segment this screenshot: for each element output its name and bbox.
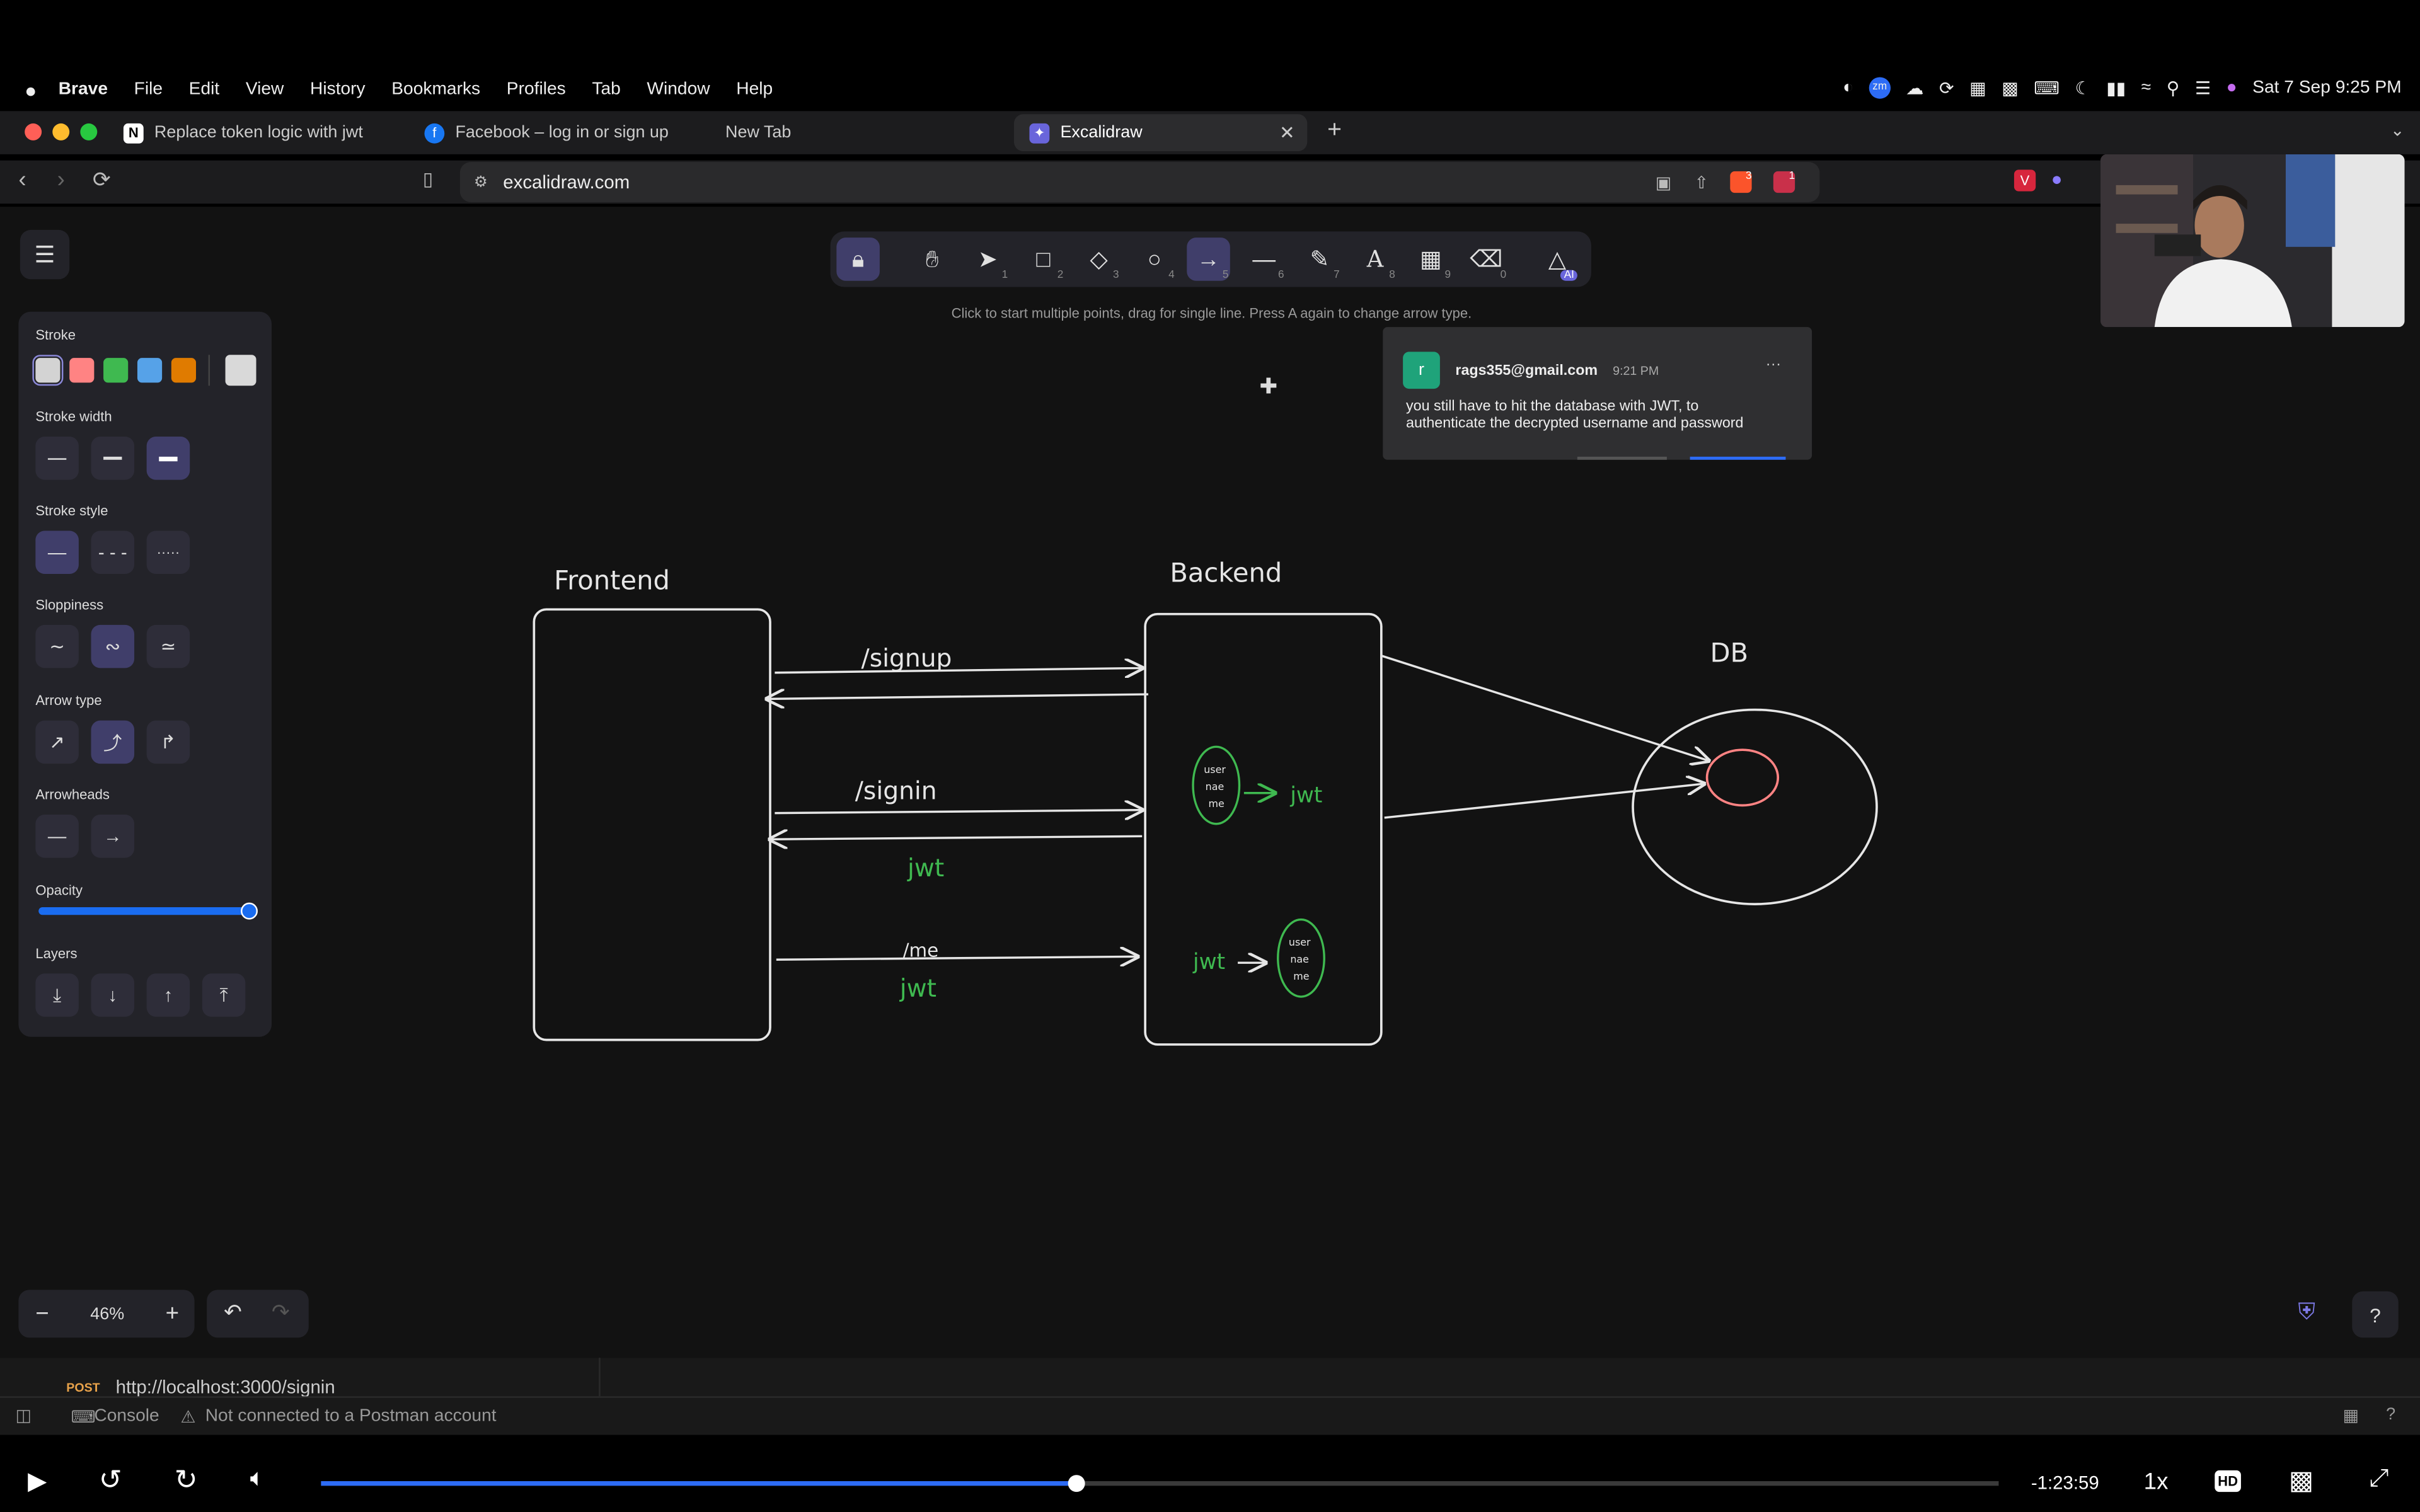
layout-icon[interactable]: ▦	[2343, 1406, 2359, 1425]
me-jwt-label[interactable]: jwt	[899, 975, 936, 1003]
frontend-box[interactable]	[533, 608, 771, 1041]
ellipse-text-user: user	[1204, 764, 1226, 776]
exit-fullscreen-icon[interactable]: ⤢	[2369, 1466, 2388, 1494]
video-controls: ▶ ↺ ↻ 🔈︎ -1:23:59 1x HD ▩ ⤢	[0, 1450, 2420, 1512]
signin-request-arrow[interactable]	[775, 810, 1142, 813]
ellipse-text-name: nae	[1290, 953, 1309, 965]
postman-panel: POST http://localhost:3000/signin ◫ ⌨ Co…	[0, 1358, 2420, 1435]
backend-box[interactable]	[1144, 612, 1383, 1046]
db-label[interactable]: DB	[1710, 638, 1748, 668]
help-circle-icon[interactable]: ?	[2386, 1406, 2395, 1424]
notification-button-primary[interactable]	[1690, 456, 1786, 460]
forward-icon[interactable]: ↻	[175, 1464, 198, 1496]
notification-button-secondary[interactable]	[1577, 456, 1667, 460]
sidebar-toggle-icon[interactable]: ◫	[15, 1406, 31, 1425]
notification-time: 9:21 PM	[1613, 364, 1659, 379]
notification-popup[interactable]: r rags355@gmail.com 9:21 PM ··· you stil…	[1383, 327, 1812, 460]
more-options-icon[interactable]: ···	[1766, 357, 1781, 374]
frontend-label[interactable]: Frontend	[554, 565, 670, 596]
db-ellipse[interactable]	[1632, 708, 1878, 905]
connection-status: Not connected to a Postman account	[205, 1407, 497, 1426]
ellipse-text-me: me	[1209, 798, 1224, 810]
notification-line-1: you still have to hit the database with …	[1406, 398, 1699, 415]
signin-response-arrow[interactable]	[770, 836, 1143, 839]
request-row[interactable]: POST http://localhost:3000/signin	[0, 1358, 601, 1398]
signin-jwt-label[interactable]: jwt	[907, 854, 944, 883]
notification-sender: rags355@gmail.com	[1455, 362, 1598, 380]
play-icon[interactable]: ▶	[28, 1466, 47, 1497]
db-record-ellipse[interactable]	[1705, 748, 1780, 807]
signup-response-arrow[interactable]	[767, 694, 1149, 699]
video-progress-fill	[321, 1481, 1076, 1486]
webcam-image	[2100, 154, 2405, 328]
ellipse-text-user: user	[1289, 936, 1311, 948]
pip-icon[interactable]: ▩	[2289, 1466, 2313, 1497]
signup-label[interactable]: /signup	[861, 644, 952, 673]
request-url[interactable]: http://localhost:3000/signin	[116, 1376, 335, 1397]
ellipse-text-me: me	[1293, 970, 1309, 982]
http-method: POST	[66, 1380, 100, 1395]
backend-label[interactable]: Backend	[1170, 557, 1282, 588]
me-request-arrow[interactable]	[776, 956, 1138, 959]
webcam-overlay	[2100, 154, 2405, 328]
rewind-icon[interactable]: ↺	[99, 1464, 122, 1496]
console-button[interactable]: Console	[94, 1407, 159, 1425]
diagram: Frontend Backend DB /signup /signin jwt …	[533, 557, 1878, 1046]
time-remaining: -1:23:59	[2031, 1472, 2099, 1494]
signin-label[interactable]: /signin	[855, 777, 937, 806]
ellipse-text-name: nae	[1206, 781, 1224, 793]
backend-jwt-label[interactable]: jwt	[1289, 782, 1322, 808]
notification-line-2: authenticate the decrypted username and …	[1406, 415, 1744, 432]
backend-to-db-arrow-1[interactable]	[1381, 655, 1708, 761]
console-icon[interactable]: ⌨	[71, 1407, 96, 1427]
hd-quality-badge[interactable]: HD	[2215, 1470, 2241, 1492]
video-progress-track[interactable]	[321, 1475, 1999, 1492]
avatar: r	[1403, 352, 1440, 389]
playback-speed[interactable]: 1x	[2144, 1469, 2169, 1495]
volume-icon[interactable]: 🔈︎	[250, 1466, 265, 1494]
backend-to-db-arrow-2[interactable]	[1384, 784, 1704, 819]
video-progress-thumb[interactable]	[1068, 1475, 1085, 1492]
warning-icon: ⚠	[180, 1408, 196, 1428]
postman-statusbar: ◫ ⌨ Console ⚠ Not connected to a Postman…	[0, 1396, 2420, 1435]
signup-request-arrow[interactable]	[775, 668, 1142, 672]
backend-jwt-input-label[interactable]: jwt	[1192, 949, 1225, 975]
